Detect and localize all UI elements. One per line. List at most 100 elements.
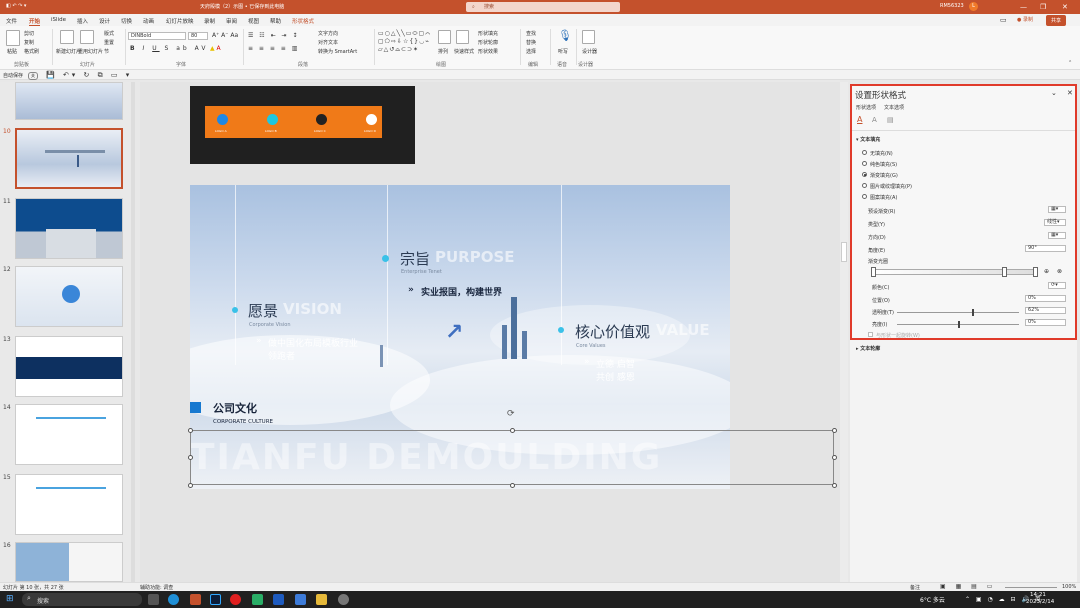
view-icons[interactable]: ▣ ▦ ▤ ▭ [940, 583, 996, 590]
resize-handle[interactable] [188, 455, 193, 460]
select-button[interactable]: 选择 [526, 48, 536, 55]
tab-view[interactable]: 视图 [248, 17, 259, 25]
grow-font-icon[interactable]: A⁺ A⁻ Aa [212, 32, 238, 39]
reuse-slide-button[interactable]: 重用幻灯片 [78, 48, 103, 55]
chevron-down-icon[interactable]: ⌄ [1051, 89, 1057, 97]
resize-handle[interactable] [188, 428, 193, 433]
dictate-button[interactable]: 听写 [558, 48, 568, 55]
tab-animations[interactable]: 幻灯片放映 [166, 17, 194, 25]
minimize-button[interactable]: — [1020, 2, 1027, 12]
windows-start-icon[interactable]: ⊞ [6, 594, 14, 604]
section-text-fill[interactable]: ▾ 文本填充 [856, 136, 880, 143]
radio-gradient-fill[interactable] [862, 172, 867, 177]
find-button[interactable]: 查找 [526, 30, 536, 37]
share-button[interactable]: 共享 [1046, 15, 1067, 26]
layout-button[interactable]: 版式 [104, 30, 114, 37]
resize-handle[interactable] [188, 483, 193, 488]
designer-button[interactable]: 设计器 [582, 48, 597, 55]
slide-thumbnail[interactable] [15, 82, 123, 120]
slide-thumbnail-selected[interactable] [15, 128, 123, 189]
file-explorer-icon[interactable] [316, 594, 327, 605]
restore-button[interactable]: ❐ [1040, 2, 1046, 12]
tab-record[interactable]: 录制 [204, 17, 215, 25]
section-button[interactable]: 节 [104, 48, 109, 55]
position-input[interactable]: 0% [1025, 295, 1066, 302]
clock-date[interactable]: 2023/2/14 [1026, 599, 1054, 605]
text-fill-outline-icon[interactable]: A [857, 115, 862, 124]
word-icon[interactable] [273, 594, 284, 605]
reuse-slide-icon[interactable] [80, 30, 94, 44]
remove-stop-icon[interactable]: ⊗ [1057, 268, 1062, 275]
shapes-gallery-icon[interactable]: ▱△↺⌓⊂⊃✶ [378, 46, 419, 54]
tab-insert[interactable]: 插入 [77, 17, 88, 25]
tab-draw[interactable]: 设计 [99, 17, 110, 25]
add-stop-icon[interactable]: ⊕ [1044, 268, 1049, 275]
netease-music-icon[interactable] [230, 594, 241, 605]
brightness-input[interactable]: 0% [1025, 319, 1066, 326]
text-direction-button[interactable]: 文字方向 [318, 30, 338, 37]
slide-thumbnail[interactable] [15, 266, 123, 327]
clock-time[interactable]: 14:21 [1030, 592, 1046, 598]
font-name-select[interactable]: DINBold [128, 32, 186, 40]
new-slide-icon[interactable] [60, 30, 74, 44]
weather-widget[interactable]: 6°C 多云 [920, 595, 945, 604]
resize-handle[interactable] [832, 428, 837, 433]
close-icon[interactable]: ✕ [1067, 89, 1073, 97]
microphone-icon[interactable]: 🎙 [558, 29, 572, 42]
quick-styles-button[interactable]: 快速样式 [454, 48, 474, 55]
app-icon[interactable] [295, 594, 306, 605]
tab-design[interactable]: 切换 [121, 17, 132, 25]
tab-islide[interactable]: iSlide [51, 17, 66, 23]
preset-gradient-picker[interactable]: ▦▾ [1048, 206, 1066, 213]
radio-solid-fill[interactable] [862, 161, 867, 166]
notes-button[interactable]: 备注 [910, 584, 920, 591]
shape-fill-button[interactable]: 形状填充 [478, 30, 498, 37]
tab-help[interactable]: 帮助 [270, 17, 281, 25]
list-icons[interactable]: ☰ ☷ ⇤ ⇥ ↕ [248, 32, 299, 39]
zoom-slider[interactable] [1005, 587, 1057, 588]
shapes-gallery-icon[interactable]: ▢⬠⇨⇩☆{}◡⌁ [378, 38, 430, 45]
cut-button[interactable]: 剪切 [24, 30, 34, 37]
slide-thumbnail[interactable] [15, 404, 123, 465]
qat-icons[interactable]: 💾 ↶▾ ↻ ⧉ ▭ ▾ [46, 71, 132, 80]
shape-outline-button[interactable]: 形状轮廓 [478, 39, 498, 46]
textbox-icon[interactable]: ▤ [887, 116, 894, 124]
resize-handle[interactable] [510, 483, 515, 488]
shape-effects-button[interactable]: 形状效果 [478, 48, 498, 55]
task-view-icon[interactable] [148, 594, 159, 605]
resize-handle[interactable] [832, 483, 837, 488]
gradient-stop-handle[interactable] [871, 267, 876, 277]
rotate-handle-icon[interactable]: ⟳ [507, 409, 515, 419]
wechat-icon[interactable] [252, 594, 263, 605]
font-size-select[interactable]: 80 [188, 32, 208, 40]
reset-button[interactable]: 重置 [104, 39, 114, 46]
record-button[interactable]: ● 录制 [1017, 16, 1033, 23]
tab-shape-format[interactable]: 形状格式 [292, 17, 314, 25]
designer-icon[interactable] [582, 30, 595, 44]
arrange-button[interactable]: 排列 [438, 48, 448, 55]
resize-handle[interactable] [510, 428, 515, 433]
selection-frame[interactable] [190, 430, 834, 485]
canvas-scrollbar[interactable] [840, 82, 848, 582]
gradient-stop-handle[interactable] [1002, 267, 1007, 277]
powerpoint-icon[interactable] [190, 594, 201, 605]
slide-thumbnail[interactable] [15, 336, 123, 397]
copy-button[interactable]: 复制 [24, 39, 34, 46]
paste-icon[interactable] [6, 30, 20, 46]
tab-review[interactable]: 审阅 [226, 17, 237, 25]
convert-smartart-button[interactable]: 转换为 SmartArt [318, 48, 357, 55]
user-name[interactable]: RM56323 [940, 3, 964, 9]
direction-picker[interactable]: ▦▾ [1048, 232, 1066, 239]
tab-home[interactable]: 开始 [29, 17, 41, 26]
align-text-button[interactable]: 对齐文本 [318, 39, 338, 46]
tab-transitions[interactable]: 动画 [143, 17, 154, 25]
format-painter-button[interactable]: 格式刷 [24, 48, 39, 55]
slide-thumbnail[interactable] [15, 542, 123, 582]
collapse-ribbon-icon[interactable]: ⌃ [1068, 60, 1072, 66]
align-icons[interactable]: ≡ ≡ ≡ ≡ ▥ [248, 45, 299, 52]
photoshop-icon[interactable] [210, 594, 221, 605]
transparency-input[interactable]: 62% [1025, 307, 1066, 314]
paste-button[interactable]: 粘贴 [7, 48, 17, 55]
radio-no-fill[interactable] [862, 150, 867, 155]
replace-button[interactable]: 替换 [526, 39, 536, 46]
